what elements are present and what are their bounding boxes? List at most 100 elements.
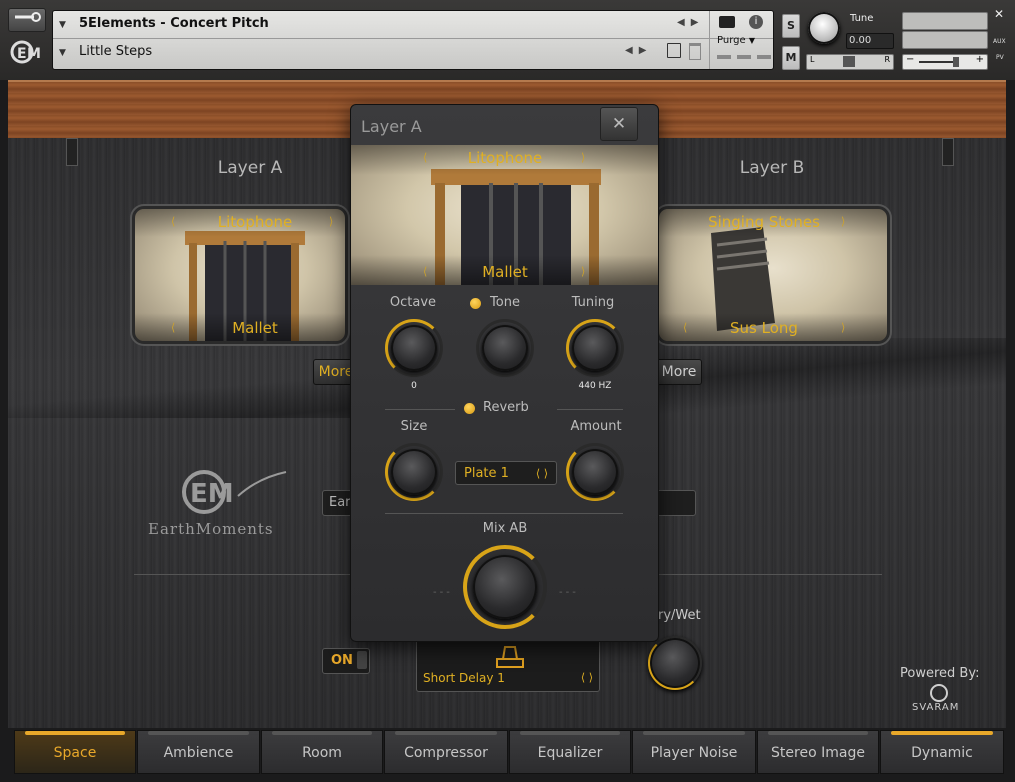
layer-b-instrument[interactable]: Singing Stones bbox=[699, 213, 829, 231]
tune-value[interactable]: 0.00 bbox=[846, 33, 894, 49]
powered-by-label: Powered By: bbox=[900, 666, 980, 681]
mix-ab-knob[interactable] bbox=[473, 555, 537, 619]
tab-dynamic[interactable]: Dynamic bbox=[880, 730, 1004, 774]
purge-label: Purge bbox=[717, 35, 746, 46]
layer-b-title: Layer B bbox=[739, 158, 805, 178]
mid-field-right[interactable] bbox=[656, 490, 696, 516]
octave-knob[interactable] bbox=[391, 325, 437, 371]
tone-knob[interactable] bbox=[482, 325, 528, 371]
chevron-left-icon[interactable]: ⟨ bbox=[171, 215, 175, 228]
chevron-left-icon[interactable]: ⟨ bbox=[683, 321, 687, 334]
popup-instrument[interactable]: Litophone bbox=[445, 149, 565, 167]
layer-b-articulation[interactable]: Sus Long bbox=[709, 319, 819, 337]
reverb-type-selector[interactable]: Plate 1 ⟨ ⟩ bbox=[455, 461, 557, 485]
popup-close-button[interactable]: ✕ bbox=[600, 107, 638, 141]
tab-compressor[interactable]: Compressor bbox=[384, 730, 508, 774]
volume-slider[interactable]: − + bbox=[902, 54, 988, 70]
tab-ambience[interactable]: Ambience bbox=[137, 730, 260, 774]
tab-label: Dynamic bbox=[911, 745, 973, 761]
mute-button[interactable]: M bbox=[782, 46, 800, 70]
tuning-value: 440 HZ bbox=[578, 381, 612, 391]
layer-a-popup: Layer A ✕ ⟨ Litophone ⟩ ⟨ Mallet ⟩ Octav… bbox=[350, 104, 659, 642]
instrument-name: 5Elements - Concert Pitch bbox=[79, 16, 269, 31]
chevron-left-icon[interactable]: ⟨ bbox=[423, 265, 427, 278]
em-logo-icon: EM bbox=[182, 470, 287, 514]
octave-value: 0 bbox=[411, 381, 417, 391]
chevron-lr-icon[interactable]: ⟨ ⟩ bbox=[581, 671, 593, 684]
pan-slider[interactable]: L R bbox=[806, 54, 894, 70]
tab-label: Equalizer bbox=[537, 745, 603, 761]
wrench-icon[interactable] bbox=[8, 8, 46, 32]
reverb-led[interactable] bbox=[464, 403, 475, 414]
delay-type: Short Delay 1 bbox=[423, 671, 505, 685]
delay-icon bbox=[496, 646, 524, 668]
tab-room[interactable]: Room bbox=[261, 730, 383, 774]
chevron-left-icon[interactable]: ⟨ bbox=[171, 321, 175, 334]
chevron-right-icon[interactable]: ⟩ bbox=[841, 321, 845, 334]
amount-knob[interactable] bbox=[572, 449, 618, 495]
on-label: ON bbox=[331, 653, 353, 668]
delay-selector[interactable]: Short Delay 1 ⟨ ⟩ bbox=[416, 638, 600, 692]
layer-a-instrument[interactable]: Litophone bbox=[195, 213, 315, 231]
svg-text:E: E bbox=[17, 46, 27, 62]
tune-knob[interactable] bbox=[808, 12, 840, 44]
mix-ab-label: Mix AB bbox=[482, 521, 528, 536]
solo-button[interactable]: S bbox=[782, 14, 800, 38]
on-toggle[interactable]: ON bbox=[322, 648, 370, 674]
size-label: Size bbox=[400, 419, 428, 434]
aux-label[interactable]: AUX bbox=[993, 38, 1006, 45]
pv-label[interactable]: PV bbox=[996, 54, 1004, 61]
menu-caret-icon[interactable]: ▼ bbox=[59, 42, 71, 64]
camera-icon[interactable] bbox=[719, 16, 735, 28]
chevron-right-icon[interactable]: ⟩ bbox=[841, 215, 845, 228]
chevron-right-icon[interactable]: ⟩ bbox=[581, 151, 585, 164]
kontakt-header: EM ▼ 5Elements - Concert Pitch ▼ Little St… bbox=[0, 0, 1015, 80]
chevron-left-icon[interactable]: ⟨ bbox=[423, 151, 427, 164]
tab-space[interactable]: Space bbox=[14, 730, 136, 774]
popup-instrument-card[interactable]: ⟨ Litophone ⟩ ⟨ Mallet ⟩ bbox=[351, 145, 658, 285]
em-logo-icon[interactable]: EM bbox=[10, 38, 44, 66]
volume-plus[interactable]: + bbox=[976, 54, 984, 65]
layer-b-more-button[interactable]: More bbox=[656, 359, 702, 385]
instrument-panel: ▼ 5Elements - Concert Pitch ▼ Little Steps… bbox=[52, 10, 774, 70]
tab-stereo-image[interactable]: Stereo Image bbox=[757, 730, 879, 774]
size-knob[interactable] bbox=[391, 449, 437, 495]
drywet-knob[interactable] bbox=[648, 636, 702, 690]
layer-b-card[interactable]: Singing Stones ⟩ ⟨ Sus Long ⟩ bbox=[656, 206, 890, 344]
chevron-right-icon[interactable]: ⟩ bbox=[581, 265, 585, 278]
svg-text:EM: EM bbox=[190, 479, 234, 509]
tab-equalizer[interactable]: Equalizer bbox=[509, 730, 631, 774]
svaram-logo-icon bbox=[930, 684, 948, 702]
save-icon[interactable] bbox=[667, 43, 681, 58]
trash-icon[interactable] bbox=[689, 43, 701, 60]
volume-minus[interactable]: − bbox=[906, 54, 914, 65]
earthmoments-logo: EM EarthMoments bbox=[148, 466, 298, 542]
instrument-nav-arrows[interactable]: ◀▶ bbox=[677, 17, 704, 28]
info-icon[interactable]: i bbox=[749, 15, 763, 29]
preset-name-row[interactable]: ▼ Little Steps bbox=[59, 41, 659, 63]
pan-left-label: L bbox=[810, 55, 815, 64]
tab-label: Compressor bbox=[404, 745, 488, 761]
tab-player-noise[interactable]: Player Noise bbox=[632, 730, 756, 774]
tab-label: Room bbox=[302, 745, 342, 761]
preset-nav-arrows[interactable]: ◀▶ bbox=[625, 45, 652, 56]
menu-caret-icon[interactable]: ▼ bbox=[59, 14, 71, 36]
instrument-name-row[interactable]: ▼ 5Elements - Concert Pitch bbox=[59, 13, 659, 35]
close-icon: ✕ bbox=[611, 114, 627, 134]
tab-label: Stereo Image bbox=[771, 745, 865, 761]
purge-menu[interactable]: Purge ▼ bbox=[717, 35, 755, 46]
tone-led[interactable] bbox=[470, 298, 481, 309]
layer-a-articulation[interactable]: Mallet bbox=[195, 319, 315, 337]
layer-a-title: Layer A bbox=[217, 158, 283, 178]
tuning-knob[interactable] bbox=[572, 325, 618, 371]
chevron-lr-icon[interactable]: ⟨ ⟩ bbox=[536, 462, 548, 486]
tab-label: Player Noise bbox=[650, 745, 738, 761]
level-meter-bottom bbox=[902, 31, 988, 49]
close-icon[interactable]: ✕ bbox=[994, 8, 1006, 20]
chevron-right-icon[interactable]: ⟩ bbox=[329, 215, 333, 228]
preset-name: Little Steps bbox=[79, 44, 153, 59]
reverb-type: Plate 1 bbox=[464, 466, 509, 481]
popup-articulation[interactable]: Mallet bbox=[445, 263, 565, 281]
layer-a-card[interactable]: ⟨ Litophone ⟩ ⟨ Mallet bbox=[132, 206, 348, 344]
drywet-label: ry/Wet bbox=[658, 608, 701, 623]
